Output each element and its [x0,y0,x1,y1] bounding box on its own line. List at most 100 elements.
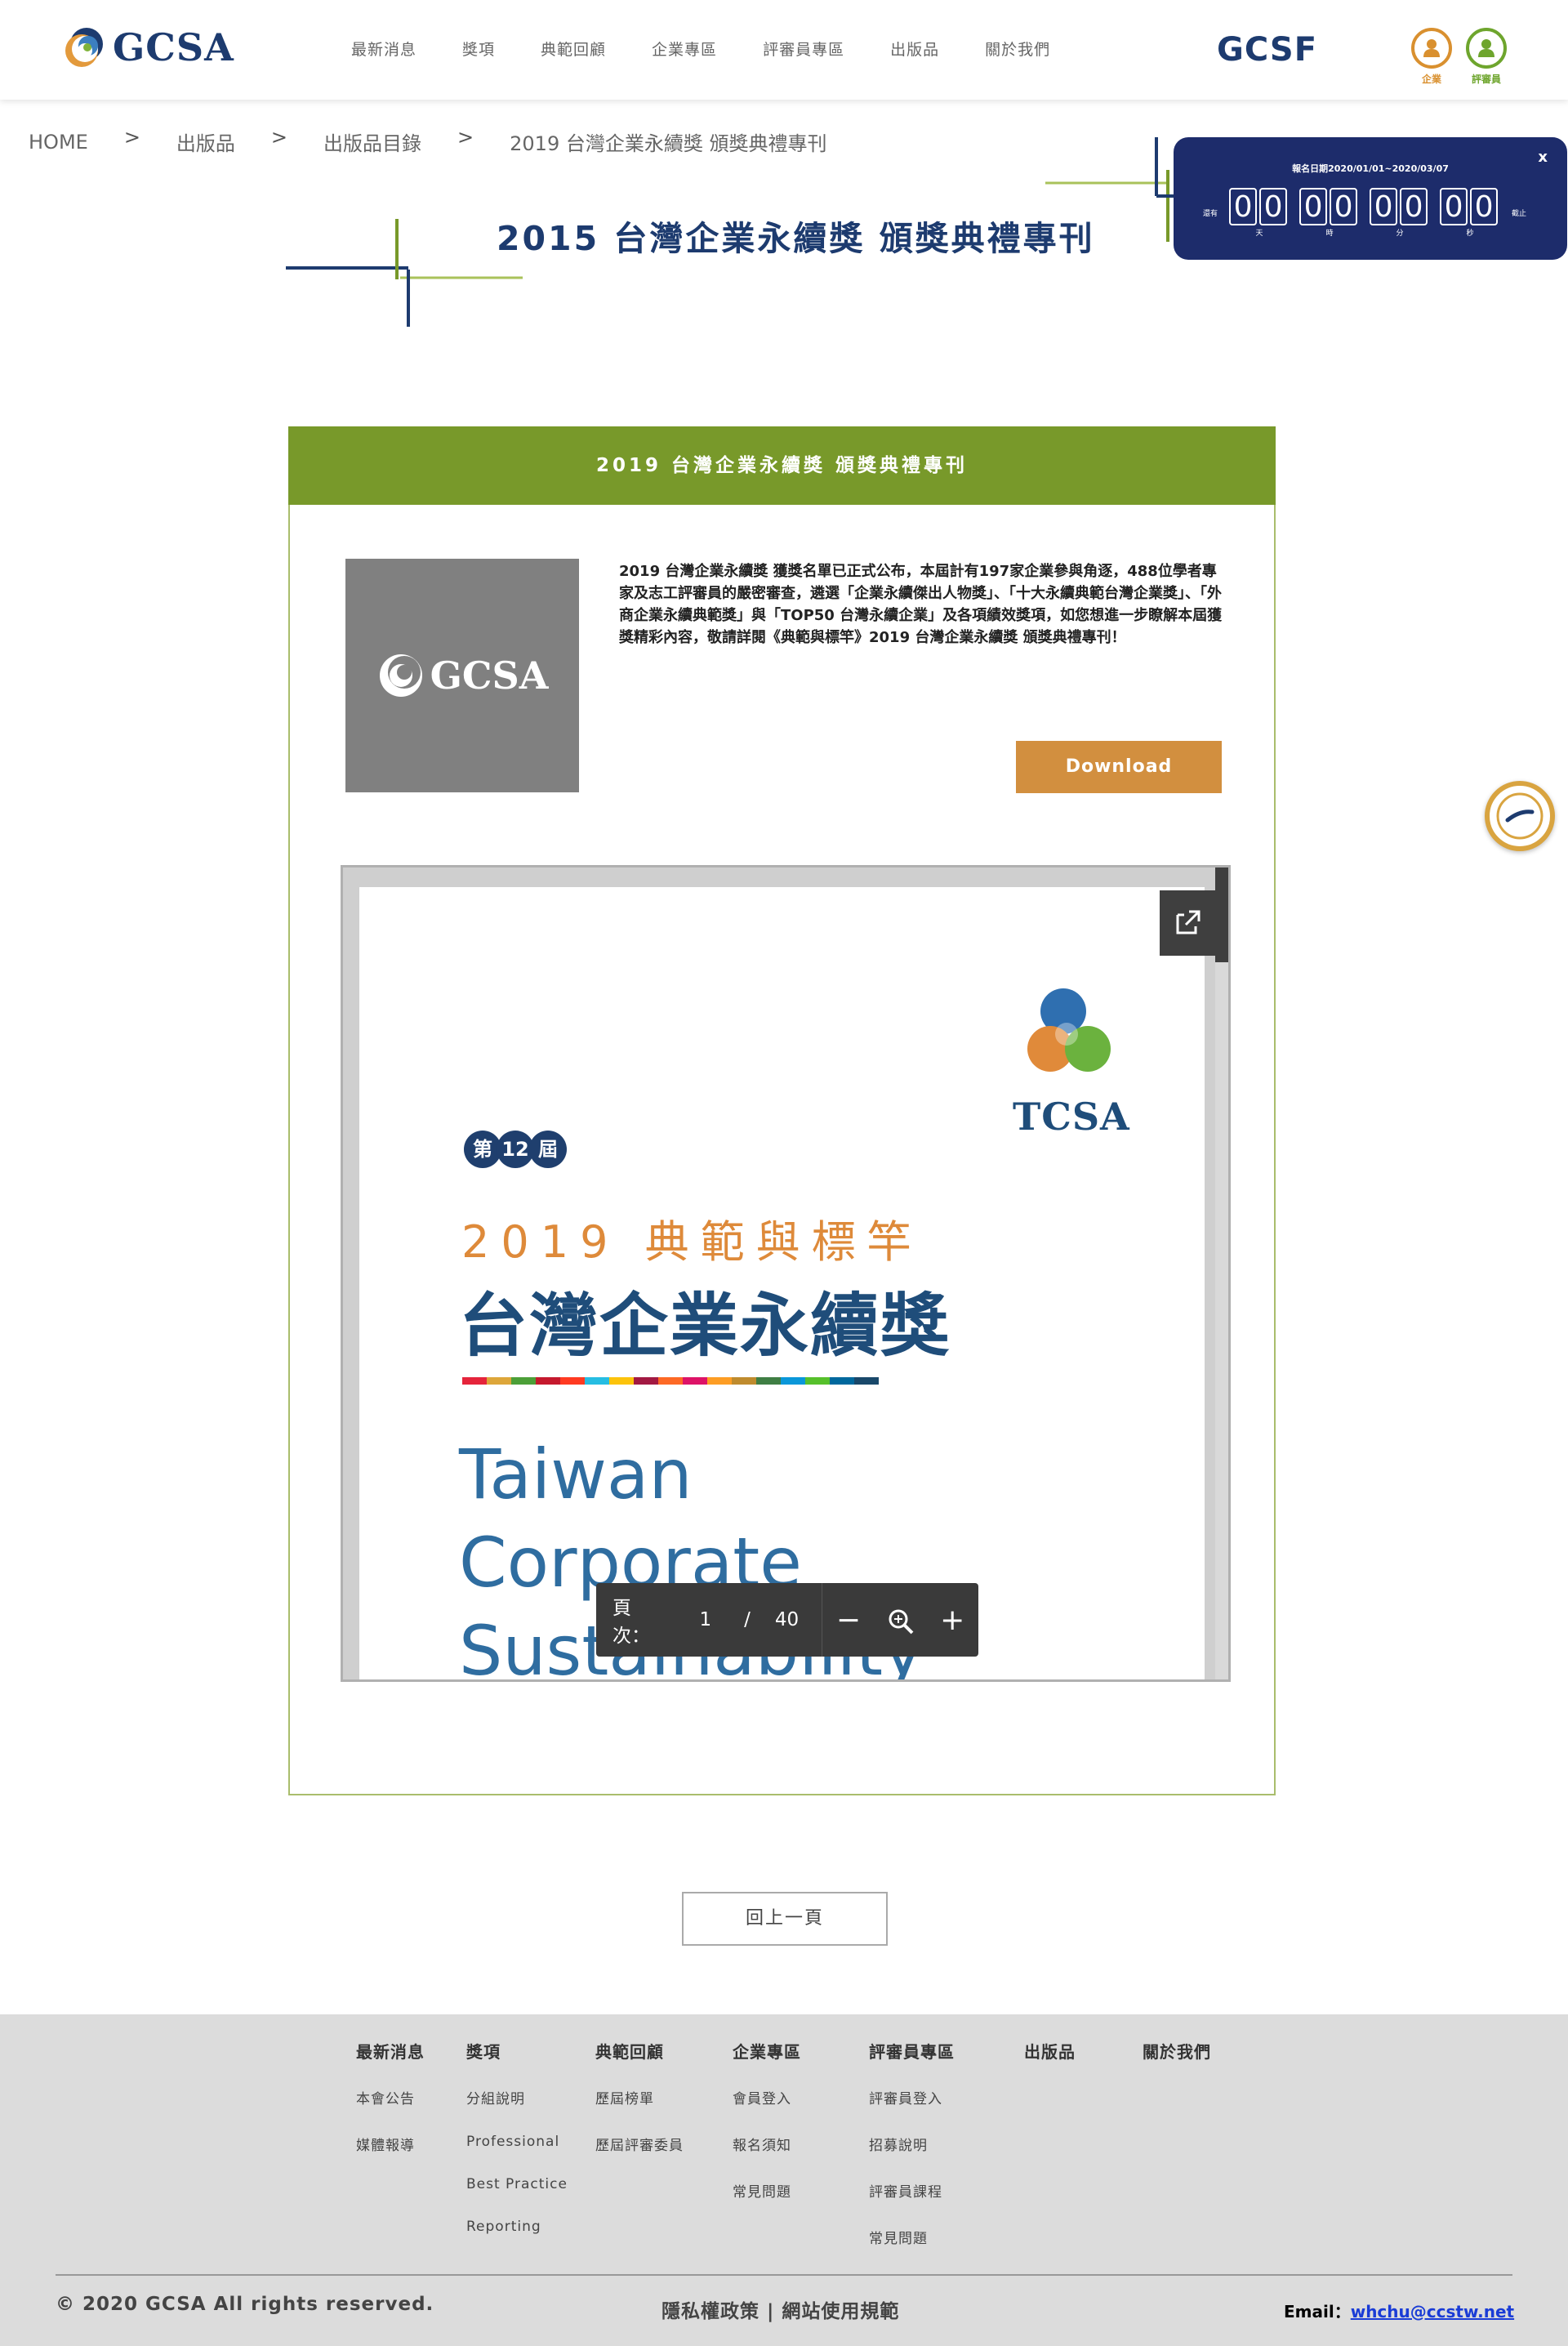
publication-thumbnail: GCSA [345,559,579,792]
total-pages: 40 [774,1609,800,1630]
footer-link[interactable]: 常見問題 [869,2227,955,2247]
site-header: GCSA 最新消息 獎項 典範回顧 企業專區 評審員專區 出版品 關於我們 GC… [0,0,1568,100]
enterprise-login-button[interactable]: 企業 [1411,28,1452,86]
nav-item-awards[interactable]: 獎項 [462,38,495,60]
nav-item-publications[interactable]: 出版品 [890,38,939,60]
countdown-unit-label: 分 [1396,230,1404,238]
pdf-viewer[interactable]: TCSA 第 12 屆 2019 典範與標竿 台灣企業永續獎 Taiwan Co… [341,865,1231,1682]
strip-segment [462,1377,487,1385]
countdown-digit: 0 [1370,188,1398,225]
footer-heading[interactable]: 典範回顧 [595,2039,684,2063]
pdf-scrollbar-thumb[interactable] [1215,867,1228,962]
footer-link[interactable]: 歷屆評審委員 [595,2134,684,2154]
footer-link[interactable]: 媒體報導 [356,2134,425,2154]
strip-segment [536,1377,560,1385]
page-label: 頁次： [612,1598,650,1647]
footer-link[interactable]: 報名須知 [733,2134,801,2154]
countdown-minutes: 0 0 分 [1370,188,1430,238]
footer-heading[interactable]: 獎項 [466,2039,568,2063]
footer-link[interactable]: 會員登入 [733,2087,801,2107]
footer-divider [56,2274,1512,2276]
footer-link[interactable]: 分組說明 [466,2087,568,2107]
zoom-in-button[interactable]: + [926,1603,978,1637]
breadcrumb-publications[interactable]: 出版品 [176,127,235,156]
cover-award-title: 台灣企業永續獎 [459,1286,951,1366]
footer-column-enterprise: 企業專區 會員登入 報名須知 常見問題 [733,2039,801,2227]
nav-item-review[interactable]: 典範回顧 [541,38,606,60]
page-separator: / [744,1609,751,1630]
judge-login-button[interactable]: 評審員 [1466,28,1507,86]
countdown-days: 0 0 天 [1229,188,1290,238]
nav-item-judges[interactable]: 評審員專區 [763,38,844,60]
footer-column-judges: 評審員專區 評審員登入 招募說明 評審員課程 常見問題 [869,2039,955,2273]
gcsf-link[interactable]: GCSF [1217,31,1317,69]
pdf-popout-button[interactable] [1160,890,1215,956]
strip-segment [487,1377,511,1385]
footer-heading[interactable]: 關於我們 [1143,2039,1211,2063]
countdown-unit-label: 天 [1255,230,1263,238]
footer-link[interactable]: Best Practice [466,2176,568,2192]
tcsa-logo-text: TCSA [1013,1095,1130,1139]
footer-column-publications: 出版品 [1024,2039,1076,2087]
strip-segment [756,1377,781,1385]
countdown-date-range: 報名日期2020/01/01~2020/03/07 [1292,163,1449,174]
zoom-out-button[interactable]: − [822,1603,875,1637]
countdown-close-button[interactable]: x [1538,149,1548,166]
policy-links[interactable]: 隱私權政策 | 網站使用規範 [662,2295,899,2323]
breadcrumb-current: 2019 台灣企業永續獎 頒獎典禮專刊 [510,132,827,155]
footer-heading[interactable]: 最新消息 [356,2039,425,2063]
footer-column-review: 典範回顧 歷屆榜單 歷屆評審委員 [595,2039,684,2180]
current-page-input[interactable]: 1 [700,1609,712,1630]
footer-heading[interactable]: 評審員專區 [869,2039,955,2063]
download-button[interactable]: Download [1016,741,1222,793]
judge-user-icon [1466,28,1507,69]
breadcrumb: HOME > 出版品 > 出版品目錄 > 2019 台灣企業永續獎 頒獎典禮專刊 [29,125,827,156]
floating-clock-button[interactable] [1485,781,1555,851]
footer-link[interactable]: 招募說明 [869,2134,955,2154]
footer-link[interactable]: 評審員課程 [869,2180,955,2201]
strip-segment [830,1377,854,1385]
thumbnail-logo-icon [379,654,422,697]
countdown-left-label: 還有 [1203,210,1218,218]
countdown-digit: 0 [1400,188,1428,225]
strip-segment [609,1377,634,1385]
footer-link[interactable]: 本會公告 [356,2087,425,2107]
footer-link[interactable]: 常見問題 [733,2180,801,2201]
breadcrumb-separator: > [270,125,288,149]
publication-card: 2019 台灣企業永續獎 頒獎典禮專刊 GCSA 2019 台灣企業永續獎 獲獎… [288,426,1276,1795]
contact-email: Email：whchu@ccstw.net [1284,2299,1514,2322]
strip-segment [805,1377,830,1385]
breadcrumb-separator: > [457,125,474,149]
zoom-fit-button[interactable] [875,1603,927,1637]
back-button[interactable]: 回上一頁 [682,1892,888,1946]
page-title: 2015 台灣企業永續獎 頒獎典禮專刊 [497,219,1095,258]
title-decoration-left [286,219,523,327]
footer-link[interactable]: Reporting [466,2219,568,2235]
footer-heading[interactable]: 出版品 [1024,2039,1076,2063]
footer-heading[interactable]: 企業專區 [733,2039,801,2063]
strip-segment [658,1377,683,1385]
footer-link[interactable]: 歷屆榜單 [595,2087,684,2107]
countdown-digit: 0 [1440,188,1468,225]
pdf-scrollbar[interactable] [1215,867,1228,1679]
edition-badge: 第 12 屆 [464,1131,567,1168]
breadcrumb-home[interactable]: HOME [29,131,88,154]
nav-item-news[interactable]: 最新消息 [351,38,416,60]
gcsa-logo[interactable]: GCSA [62,25,234,70]
strip-segment [854,1377,879,1385]
footer-column-awards: 獎項 分組說明 Professional Best Practice Repor… [466,2039,568,2261]
strip-segment [511,1377,536,1385]
footer-link[interactable]: Professional [466,2134,568,2150]
breadcrumb-catalog[interactable]: 出版品目錄 [323,127,421,156]
gcsa-logo-icon [65,28,103,67]
tcsa-logo-icon [1027,988,1111,1072]
nav-item-enterprise[interactable]: 企業專區 [652,38,717,60]
strip-segment [781,1377,805,1385]
footer-link[interactable]: 評審員登入 [869,2087,955,2107]
site-footer: 最新消息 本會公告 媒體報導 獎項 分組說明 Professional Best… [0,2014,1568,2346]
nav-item-about[interactable]: 關於我們 [985,38,1050,60]
email-link[interactable]: whchu@ccstw.net [1351,2302,1514,2321]
logo-text: GCSA [113,25,234,69]
pdf-page: TCSA 第 12 屆 2019 典範與標竿 台灣企業永續獎 Taiwan Co… [359,887,1205,1679]
cover-year-line: 2019 典範與標竿 [461,1216,923,1268]
